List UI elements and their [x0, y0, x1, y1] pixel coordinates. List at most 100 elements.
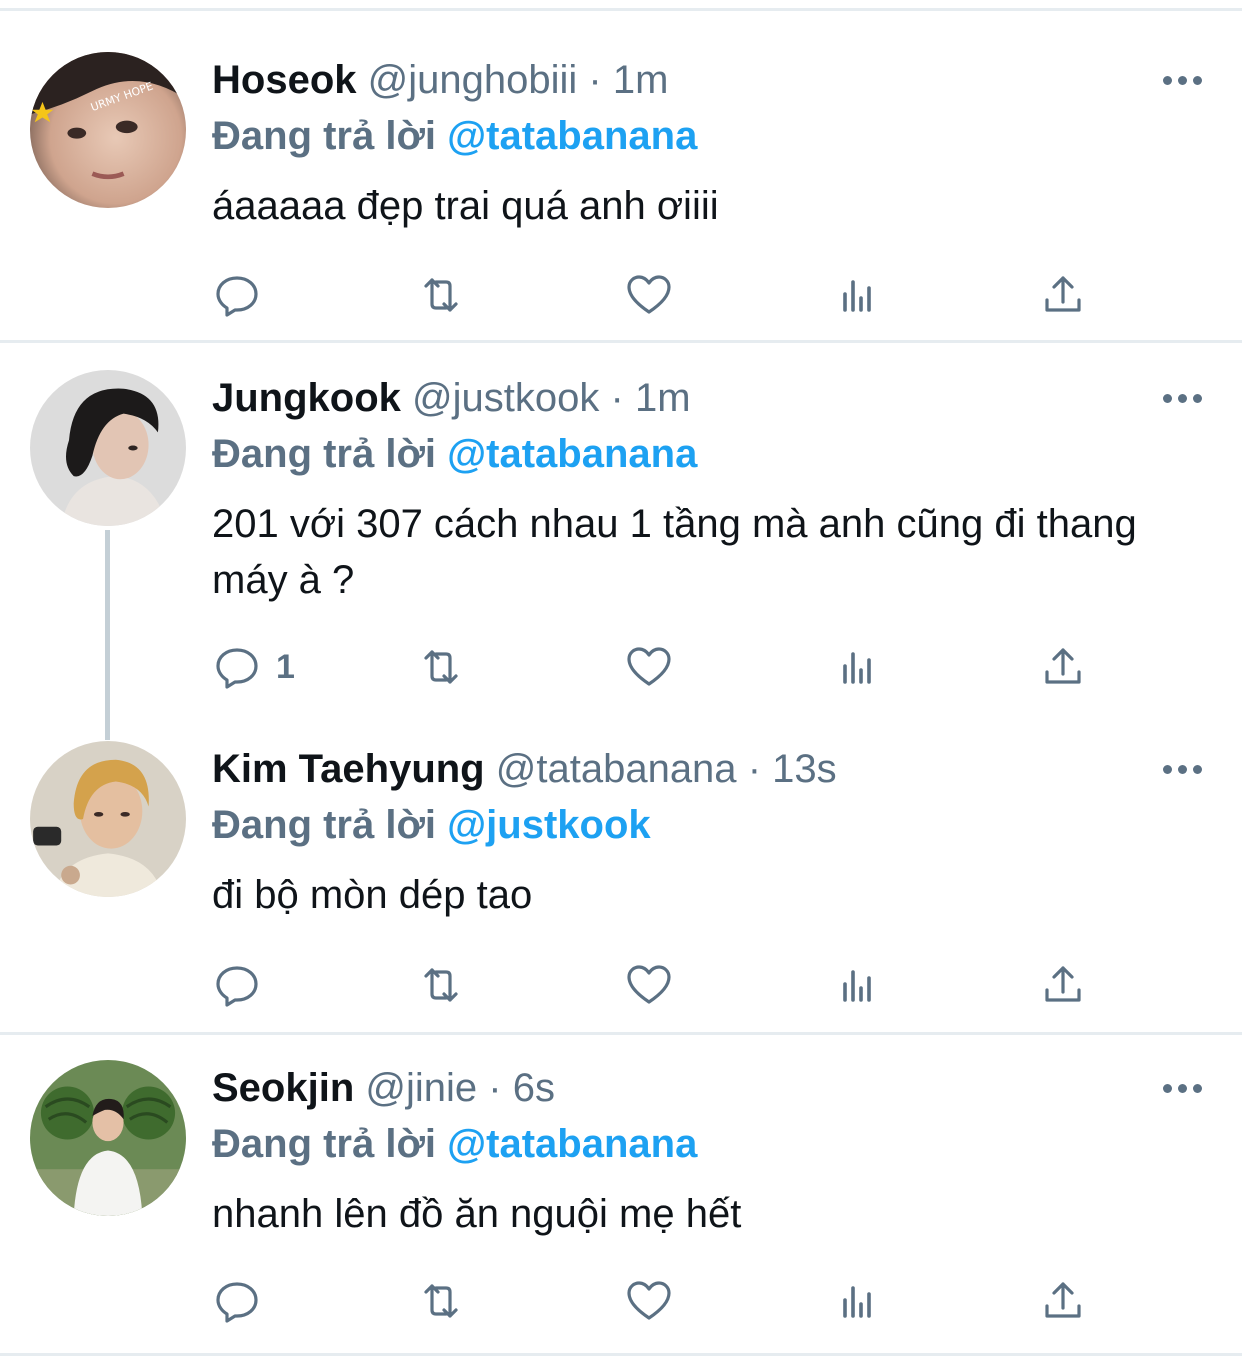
like-button[interactable] [624, 637, 674, 697]
more-options-button[interactable] [1152, 60, 1212, 100]
share-button[interactable] [1038, 1271, 1088, 1331]
reply-button[interactable] [212, 955, 276, 1015]
reply-button[interactable]: 1 [212, 637, 295, 697]
tweet-hoseok[interactable]: URMY HOPE Hoseok @junghobiii · 1m Đang t… [0, 0, 1242, 340]
timestamp[interactable]: 1m [613, 58, 669, 102]
replying-prefix: Đang trả lời [212, 1122, 437, 1166]
more-options-button[interactable] [1152, 1068, 1212, 1108]
tweet-seokjin[interactable]: Seokjin @jinie · 6s Đang trả lời @tataba… [0, 1035, 1242, 1353]
more-dot [1177, 764, 1187, 774]
tweet-content: Jungkook @justkook · 1m Đang trả lời @ta… [212, 370, 1202, 608]
share-icon [1045, 966, 1081, 1002]
display-name[interactable]: Hoseok [212, 58, 357, 102]
user-handle[interactable]: @tatabanana [496, 747, 737, 791]
replying-prefix: Đang trả lời [212, 803, 437, 847]
tweet-text: áaaaaa đẹp trai quá anh ơiiii [212, 184, 719, 228]
reply-icon [216, 1282, 258, 1323]
reply-button[interactable] [212, 265, 276, 325]
separator-dot: · [488, 1066, 502, 1110]
replying-prefix: Đang trả lời [212, 432, 437, 476]
replying-to: Đang trả lời @tatabanana [212, 1116, 1202, 1172]
retweet-icon [424, 278, 458, 312]
user-handle[interactable]: @jinie [365, 1066, 477, 1110]
tweet-feed: URMY HOPE Hoseok @junghobiii · 1m Đang t… [0, 0, 1242, 1356]
analytics-button[interactable] [832, 1271, 882, 1331]
more-dot [1192, 75, 1202, 85]
timestamp[interactable]: 13s [772, 747, 837, 791]
display-name[interactable]: Kim Taehyung [212, 747, 485, 791]
analytics-button[interactable] [832, 955, 882, 1015]
more-dot [1162, 393, 1172, 403]
display-name[interactable]: Seokjin [212, 1066, 354, 1110]
more-dot [1162, 1083, 1172, 1093]
share-icon [1045, 276, 1081, 312]
tweet-actions [212, 265, 1112, 325]
tweet-header: Jungkook @justkook · 1m [212, 370, 1202, 426]
share-button[interactable] [1038, 955, 1088, 1015]
display-name[interactable]: Jungkook [212, 376, 401, 420]
more-dot [1177, 75, 1187, 85]
analytics-icon [843, 280, 871, 312]
retweet-button[interactable] [416, 1271, 466, 1331]
reply-icon [216, 966, 258, 1007]
more-options-button[interactable] [1152, 749, 1212, 789]
like-button[interactable] [624, 265, 674, 325]
tweet-text: nhanh lên đồ ăn nguội mẹ hết [212, 1192, 742, 1236]
like-icon [627, 647, 671, 686]
avatar[interactable] [30, 741, 186, 897]
avatar[interactable] [30, 1060, 186, 1216]
more-options-button[interactable] [1152, 378, 1212, 418]
mention-link[interactable]: @tatabanana [447, 432, 697, 476]
retweet-icon [424, 1284, 458, 1318]
tweet-actions: 1 [212, 637, 1112, 697]
separator-dot: · [588, 58, 602, 102]
more-dot [1177, 393, 1187, 403]
like-icon [627, 965, 671, 1004]
more-dot [1162, 75, 1172, 85]
retweet-button[interactable] [416, 955, 466, 1015]
avatar[interactable]: URMY HOPE [30, 52, 186, 208]
retweet-button[interactable] [416, 637, 466, 697]
user-handle[interactable]: @junghobiii [368, 58, 578, 102]
like-button[interactable] [624, 1271, 674, 1331]
share-icon [1045, 648, 1081, 684]
tweet-content: Seokjin @jinie · 6s Đang trả lời @tataba… [212, 1060, 1202, 1242]
reply-button[interactable] [212, 1271, 276, 1331]
retweet-button[interactable] [416, 265, 466, 325]
share-icon [1045, 1282, 1081, 1318]
mention-link[interactable]: @tatabanana [447, 114, 697, 158]
analytics-button[interactable] [832, 637, 882, 697]
retweet-icon [424, 650, 458, 684]
replying-to: Đang trả lời @justkook [212, 797, 1202, 853]
timestamp[interactable]: 6s [513, 1066, 555, 1110]
tweet-header: Kim Taehyung @tatabanana · 13s [212, 741, 1202, 797]
share-button[interactable] [1038, 637, 1088, 697]
separator-dot: · [747, 747, 762, 791]
reply-icon [216, 648, 258, 689]
tweet-header: Hoseok @junghobiii · 1m [212, 52, 1202, 108]
mention-link[interactable]: @justkook [447, 803, 650, 847]
analytics-button[interactable] [832, 265, 882, 325]
more-dot [1192, 1083, 1202, 1093]
like-button[interactable] [624, 955, 674, 1015]
tweet-actions [212, 1271, 1112, 1331]
replying-to: Đang trả lời @tatabanana [212, 108, 1202, 164]
tweet-content: Hoseok @junghobiii · 1m Đang trả lời @ta… [212, 52, 1202, 234]
like-icon [627, 1281, 671, 1320]
tweet-jungkook[interactable]: Jungkook @justkook · 1m Đang trả lời @ta… [0, 343, 1242, 713]
mention-link[interactable]: @tatabanana [447, 1122, 697, 1166]
reply-icon [216, 276, 258, 317]
share-button[interactable] [1038, 265, 1088, 325]
avatar[interactable] [30, 370, 186, 526]
tweet-actions [212, 955, 1112, 1015]
replying-prefix: Đang trả lời [212, 114, 437, 158]
reply-count: 1 [276, 647, 295, 686]
tweet-taehyung[interactable]: Kim Taehyung @tatabanana · 13s Đang trả … [0, 713, 1242, 1033]
tweet-content: Kim Taehyung @tatabanana · 13s Đang trả … [212, 741, 1202, 923]
analytics-icon [843, 970, 871, 1002]
separator-dot: · [610, 376, 624, 420]
more-dot [1192, 764, 1202, 774]
timestamp[interactable]: 1m [635, 376, 691, 420]
tweet-text: 201 với 307 cách nhau 1 tầng mà anh cũng… [212, 502, 1137, 602]
user-handle[interactable]: @justkook [412, 376, 599, 420]
